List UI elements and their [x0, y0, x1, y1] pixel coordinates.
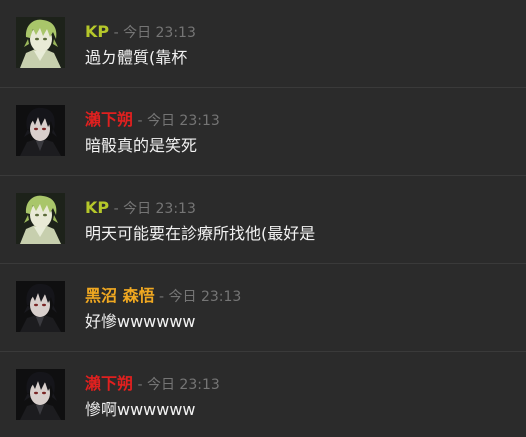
author-name[interactable]: 黑沼 森悟: [85, 286, 155, 305]
chat-message: 瀨下朔 - 今日 23:13 暗骰真的是笑死: [0, 88, 526, 176]
timestamp: 今日 23:13: [123, 25, 196, 41]
timestamp: 今日 23:13: [146, 377, 220, 393]
green-haired-character-avatar-icon: [16, 193, 65, 244]
author-name[interactable]: 瀨下朔: [85, 374, 133, 393]
message-text: 好慘wwwwww: [85, 312, 196, 331]
avatar[interactable]: [16, 369, 65, 420]
timestamp: 今日 23:13: [123, 201, 196, 217]
header-separator: -: [109, 25, 124, 41]
chat-message: 瀨下朔 - 今日 23:13 慘啊wwwwww: [0, 352, 526, 437]
message-header: 瀨下朔 - 今日 23:13: [85, 374, 220, 394]
header-separator: -: [133, 377, 147, 393]
author-name[interactable]: KP: [85, 22, 109, 41]
message-text: 慘啊wwwwww: [85, 400, 196, 419]
green-haired-character-avatar-icon: [16, 17, 65, 68]
message-text: 明天可能要在診療所找他(最好是: [85, 224, 316, 243]
avatar[interactable]: [16, 193, 65, 244]
message-header: 瀨下朔 - 今日 23:13: [85, 110, 220, 130]
avatar[interactable]: [16, 281, 65, 332]
dark-haired-character-avatar-icon: [16, 369, 65, 420]
avatar[interactable]: [16, 105, 65, 156]
timestamp: 今日 23:13: [168, 289, 242, 305]
message-text: 暗骰真的是笑死: [85, 136, 198, 155]
header-separator: -: [109, 201, 124, 217]
dark-haired-character-avatar-icon: [16, 281, 65, 332]
header-separator: -: [154, 289, 169, 305]
author-name[interactable]: 瀨下朔: [85, 110, 133, 129]
timestamp: 今日 23:13: [146, 113, 220, 129]
chat-log: KP - 今日 23:13 過ㄉ體質(靠杯 瀨下朔 - 今日 23:13 暗骰真…: [0, 0, 526, 437]
chat-message: 黑沼 森悟 - 今日 23:13 好慘wwwwww: [0, 264, 526, 352]
dark-haired-character-avatar-icon: [16, 105, 65, 156]
chat-message: KP - 今日 23:13 過ㄉ體質(靠杯: [0, 0, 526, 88]
message-header: KP - 今日 23:13: [85, 198, 196, 218]
message-text: 過ㄉ體質(靠杯: [85, 48, 188, 67]
chat-message: KP - 今日 23:13 明天可能要在診療所找他(最好是: [0, 176, 526, 264]
author-name[interactable]: KP: [85, 198, 109, 217]
message-header: KP - 今日 23:13: [85, 22, 196, 42]
header-separator: -: [133, 113, 147, 129]
avatar[interactable]: [16, 17, 65, 68]
message-header: 黑沼 森悟 - 今日 23:13: [85, 286, 241, 306]
